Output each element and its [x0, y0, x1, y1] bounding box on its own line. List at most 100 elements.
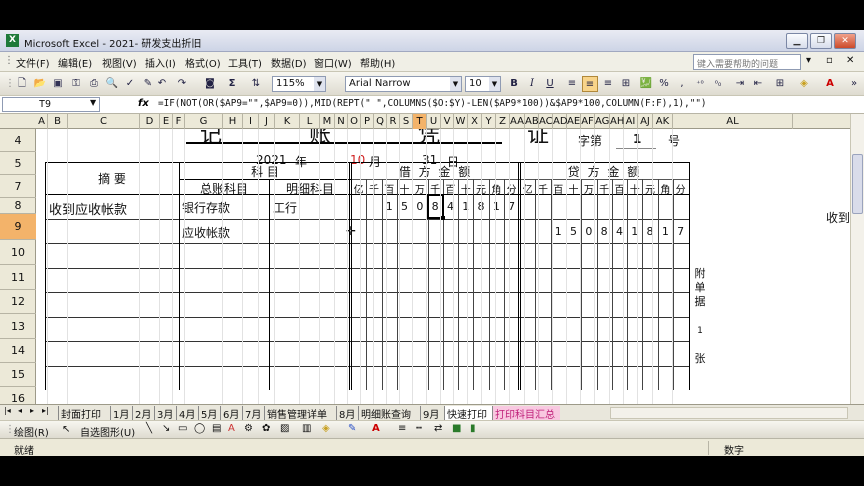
- column-header-ab[interactable]: AB: [525, 114, 539, 129]
- clipart-icon[interactable]: ✿: [262, 423, 270, 434]
- menu-window[interactable]: 窗口(W): [314, 55, 352, 70]
- select-objects-icon[interactable]: ↖: [62, 424, 70, 435]
- column-header-ae[interactable]: AE: [567, 114, 581, 129]
- toolbar-options-icon[interactable]: »: [846, 76, 862, 92]
- row-header-4[interactable]: 4: [0, 129, 36, 152]
- diagram-icon[interactable]: ⚙: [244, 423, 253, 434]
- sheet-tab[interactable]: 9月: [420, 406, 444, 421]
- comma-style-icon[interactable]: ,: [674, 76, 690, 92]
- menu-file[interactable]: 文件(F): [16, 55, 50, 70]
- percent-icon[interactable]: %: [656, 76, 672, 92]
- zoom-select[interactable]: 115% ▼: [272, 76, 326, 92]
- column-header-aa[interactable]: AA: [510, 114, 525, 129]
- help-dropdown-icon[interactable]: ▾: [806, 55, 811, 66]
- name-box[interactable]: T9: [2, 97, 100, 112]
- sheet-tab[interactable]: 1月: [110, 406, 132, 421]
- row-header-14[interactable]: 14: [0, 339, 36, 363]
- row-header-15[interactable]: 15: [0, 363, 36, 387]
- row-header-13[interactable]: 13: [0, 314, 36, 339]
- fill-color-icon[interactable]: ◈: [796, 76, 812, 92]
- new-icon[interactable]: 🗋: [14, 76, 30, 92]
- doc-restore-icon[interactable]: ▫: [826, 55, 833, 66]
- column-header-n[interactable]: N: [335, 114, 348, 129]
- sheet-tab[interactable]: 6月: [220, 406, 242, 421]
- camera-icon[interactable]: ◙: [202, 76, 218, 92]
- redo-icon[interactable]: ↷: [174, 76, 190, 92]
- wordart-icon[interactable]: A: [228, 423, 235, 434]
- column-header-b[interactable]: B: [48, 114, 68, 129]
- picture-icon[interactable]: ▨: [280, 423, 289, 434]
- column-header-a[interactable]: A: [36, 114, 48, 129]
- undo-icon[interactable]: ↶: [154, 76, 170, 92]
- arrow-style-icon[interactable]: ⇄: [434, 423, 442, 434]
- shadow-icon[interactable]: ■: [452, 423, 461, 434]
- vertical-scrollbar[interactable]: [850, 114, 864, 404]
- currency-icon[interactable]: 💹: [638, 76, 654, 92]
- menu-insert[interactable]: 插入(I): [145, 55, 176, 70]
- first-sheet-icon[interactable]: |◂: [4, 406, 11, 420]
- align-left-icon[interactable]: ≡: [564, 76, 580, 92]
- column-header-af[interactable]: AF: [581, 114, 595, 129]
- menu-view[interactable]: 视图(V): [102, 55, 137, 70]
- borders-icon[interactable]: ⊞: [772, 76, 788, 92]
- sheet-tab[interactable]: 销售管理详单: [264, 406, 336, 421]
- prev-sheet-icon[interactable]: ◂: [18, 406, 22, 420]
- row-header-10[interactable]: 10: [0, 240, 36, 265]
- spelling-icon[interactable]: ✓: [122, 76, 138, 92]
- column-header-e[interactable]: E: [160, 114, 173, 129]
- print-preview-icon[interactable]: 🔍: [104, 76, 120, 92]
- font-select[interactable]: Arial Narrow ▼: [345, 76, 462, 92]
- oval-icon[interactable]: ◯: [194, 423, 205, 434]
- sheet-tab[interactable]: 封面打印: [58, 406, 110, 421]
- column-header-r[interactable]: R: [387, 114, 400, 129]
- sheet-tab[interactable]: 8月: [336, 406, 358, 421]
- column-header-h[interactable]: H: [223, 114, 243, 129]
- sheet-tab[interactable]: 7月: [242, 406, 264, 421]
- close-button[interactable]: ✕: [834, 33, 856, 49]
- menu-data[interactable]: 数据(D): [271, 55, 307, 70]
- line-style-icon[interactable]: ≡: [398, 423, 406, 434]
- sheet-tab[interactable]: 明细账查询: [358, 406, 420, 421]
- menu-help[interactable]: 帮助(H): [360, 55, 395, 70]
- column-header-q[interactable]: Q: [374, 114, 387, 129]
- underline-icon[interactable]: U: [542, 76, 558, 92]
- sheet-tab[interactable]: 打印科目汇总: [492, 406, 560, 421]
- column-header-ag[interactable]: AG: [595, 114, 610, 129]
- sort-ascending-icon[interactable]: ⇅: [248, 76, 264, 92]
- textbox-icon[interactable]: ▤: [212, 423, 221, 434]
- 3d-style-icon[interactable]: ▮: [470, 423, 476, 434]
- worksheet-grid[interactable]: 记 账 凭 证 字第 1 号 2021 年 10 月 31 日 摘 要科 目总账…: [36, 129, 850, 404]
- column-header-w[interactable]: W: [454, 114, 468, 129]
- column-header-aj[interactable]: AJ: [638, 114, 653, 129]
- maximize-button[interactable]: ❐: [810, 33, 832, 49]
- indent-icon[interactable]: ⇥: [732, 76, 748, 92]
- fill-bucket-icon[interactable]: ◈: [322, 423, 330, 434]
- print-icon[interactable]: ⎙: [86, 76, 102, 92]
- bold-icon[interactable]: B: [506, 76, 522, 92]
- increase-decimal-icon[interactable]: ⁺⁰: [692, 76, 708, 92]
- column-header-al[interactable]: AL: [673, 114, 793, 129]
- row-header-5[interactable]: 5: [0, 152, 36, 175]
- column-header-m[interactable]: M: [320, 114, 335, 129]
- column-header-g[interactable]: G: [185, 114, 223, 129]
- line-color-icon[interactable]: ✎: [348, 423, 356, 434]
- permission-icon[interactable]: ⚿: [68, 76, 84, 92]
- row-header-8[interactable]: 8: [0, 198, 36, 214]
- column-header-j[interactable]: J: [259, 114, 275, 129]
- doc-close-icon[interactable]: ✕: [846, 55, 854, 66]
- row-header-11[interactable]: 11: [0, 265, 36, 290]
- column-header-ad[interactable]: AD: [553, 114, 568, 129]
- align-right-icon[interactable]: ≡: [600, 76, 616, 92]
- open-icon[interactable]: 📂: [32, 76, 48, 92]
- name-box-dropdown-icon[interactable]: ▼: [90, 98, 96, 107]
- align-center-icon[interactable]: ≡: [582, 76, 598, 92]
- menu-tools[interactable]: 工具(T): [228, 55, 262, 70]
- column-header-t[interactable]: T: [413, 114, 427, 129]
- minimize-button[interactable]: ▁: [786, 33, 808, 49]
- column-header-ai[interactable]: AI: [624, 114, 638, 129]
- menu-format[interactable]: 格式(O): [185, 55, 221, 70]
- sheet-tab[interactable]: 快速打印: [444, 406, 492, 421]
- rectangle-icon[interactable]: ▭: [178, 423, 187, 434]
- column-header-ak[interactable]: AK: [653, 114, 673, 129]
- column-header-l[interactable]: L: [300, 114, 320, 129]
